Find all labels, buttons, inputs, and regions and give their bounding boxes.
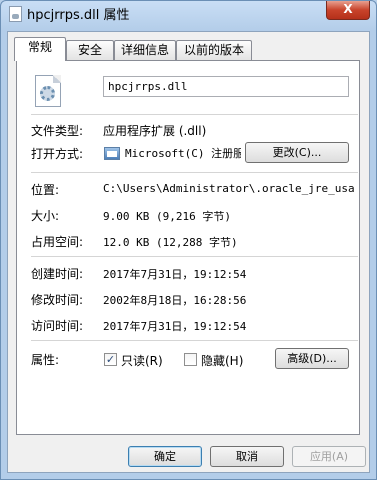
tab-previous-versions[interactable]: 以前的版本 [176, 40, 252, 60]
cancel-button[interactable]: 取消 [210, 446, 284, 467]
accessed-value: 2017年7月31日，19:12:54 [103, 320, 247, 333]
attributes-label: 属性: [31, 353, 60, 367]
divider [31, 256, 358, 257]
general-tab-panel: hpcjrrps.dll 文件类型: 应用程序扩展 (.dll) 打开方式: M… [16, 60, 360, 435]
file-type-value: 应用程序扩展 (.dll) [103, 124, 207, 138]
application-window-icon [104, 147, 120, 160]
ok-button[interactable]: 确定 [128, 446, 202, 467]
created-label: 创建时间: [31, 267, 84, 281]
change-button[interactable]: 更改(C)... [245, 142, 349, 163]
checkmark-icon: ✓ [105, 353, 116, 366]
tab-details[interactable]: 详细信息 [114, 40, 176, 60]
modified-value: 2002年8月18日，16:28:56 [103, 294, 247, 307]
divider [31, 114, 358, 115]
hidden-checkbox[interactable] [184, 353, 197, 366]
readonly-label[interactable]: 只读(R) [121, 352, 163, 369]
close-button[interactable]: X [326, 1, 370, 20]
file-type-label: 文件类型: [31, 124, 84, 138]
properties-window: hpcjrrps.dll 属性 X 常规 安全 详细信息 以前的版本 hpcjr… [0, 0, 377, 480]
divider [31, 340, 358, 341]
open-with-value: Microsoft(C) 注册服 [125, 147, 241, 160]
tab-security[interactable]: 安全 [66, 40, 114, 60]
apply-button[interactable]: 应用(A) [292, 446, 366, 467]
location-label: 位置: [31, 183, 60, 197]
modified-label: 修改时间: [31, 293, 84, 307]
open-with-label: 打开方式: [31, 147, 84, 161]
advanced-button[interactable]: 高级(D)... [275, 348, 349, 369]
gear-icon [40, 86, 55, 101]
size-label: 大小: [31, 209, 60, 223]
size-on-disk-label: 占用空间: [31, 235, 84, 249]
size-value: 9.00 KB (9,216 字节) [103, 210, 231, 223]
readonly-checkbox[interactable]: ✓ [104, 353, 117, 366]
dll-file-gear-icon [35, 75, 61, 107]
hidden-label[interactable]: 隐藏(H) [201, 352, 243, 369]
divider [31, 172, 358, 173]
file-name-field[interactable]: hpcjrrps.dll [103, 76, 349, 97]
location-value[interactable]: C:\Users\Administrator\.oracle_jre_usage… [103, 182, 355, 195]
size-on-disk-value: 12.0 KB (12,288 字节) [103, 236, 238, 249]
accessed-label: 访问时间: [31, 319, 84, 333]
tab-general[interactable]: 常规 [14, 37, 66, 61]
created-value: 2017年7月31日，19:12:54 [103, 268, 247, 281]
dialog-body: 常规 安全 详细信息 以前的版本 hpcjrrps.dll 文件类型: 应用程序… [7, 31, 370, 473]
window-title: hpcjrrps.dll 属性 [27, 8, 130, 23]
dll-file-icon [9, 6, 22, 22]
